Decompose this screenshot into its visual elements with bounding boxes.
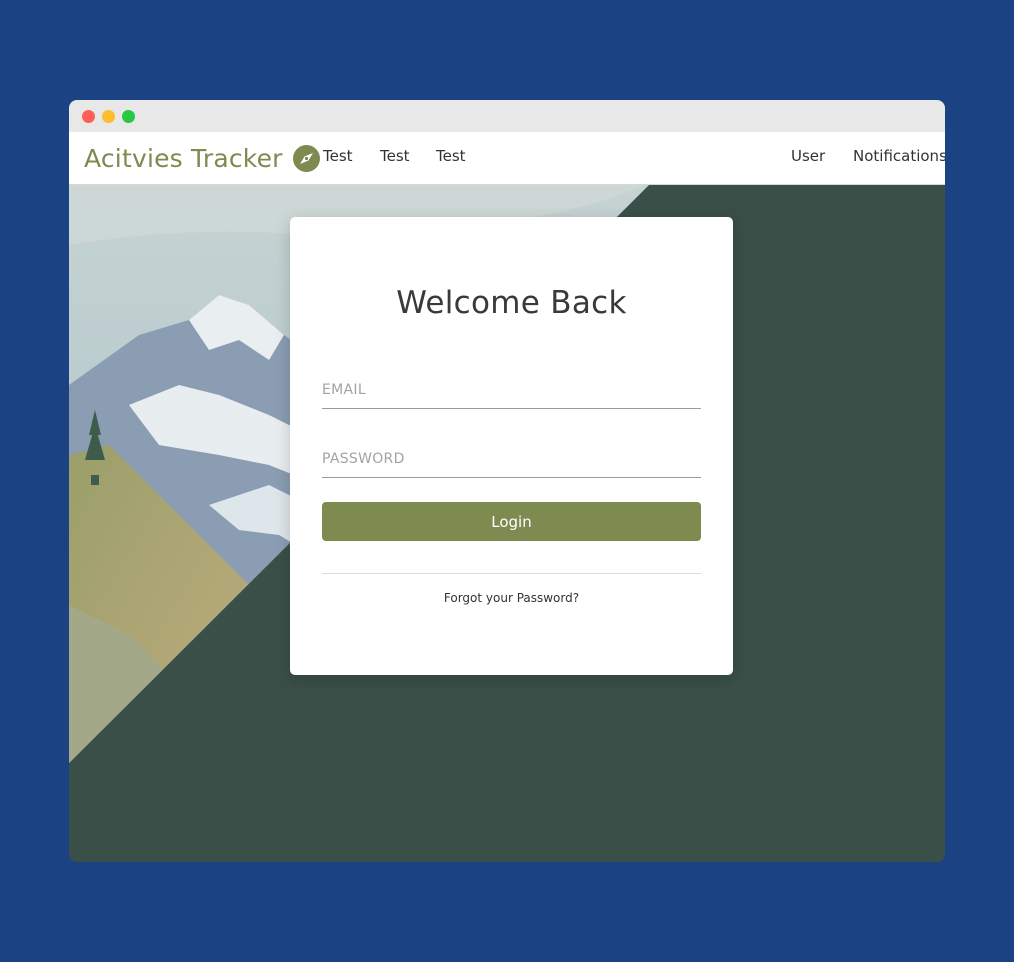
navbar: Acitvies Tracker Test Test Test User Not… bbox=[69, 132, 945, 185]
nav-link-test-3[interactable]: Test bbox=[436, 147, 466, 165]
nav-link-user[interactable]: User bbox=[791, 147, 825, 165]
password-input[interactable] bbox=[322, 441, 701, 478]
login-card: Welcome Back Login Forgot your Password? bbox=[290, 217, 733, 675]
browser-window: Acitvies Tracker Test Test Test User Not… bbox=[69, 100, 945, 862]
forgot-password-link[interactable]: Forgot your Password? bbox=[290, 591, 733, 605]
close-window-button[interactable] bbox=[82, 110, 95, 123]
main-content: Welcome Back Login Forgot your Password? bbox=[69, 185, 945, 862]
window-titlebar bbox=[69, 100, 945, 132]
nav-link-notifications[interactable]: Notifications bbox=[853, 147, 945, 165]
minimize-window-button[interactable] bbox=[102, 110, 115, 123]
email-input[interactable] bbox=[322, 372, 701, 409]
divider bbox=[322, 573, 701, 574]
compass-icon bbox=[292, 144, 320, 172]
nav-link-test-1[interactable]: Test bbox=[323, 147, 353, 165]
brand-title: Acitvies Tracker bbox=[84, 143, 283, 173]
nav-link-test-2[interactable]: Test bbox=[380, 147, 410, 165]
maximize-window-button[interactable] bbox=[122, 110, 135, 123]
brand[interactable]: Acitvies Tracker bbox=[84, 140, 320, 176]
login-title: Welcome Back bbox=[396, 285, 627, 321]
login-button[interactable]: Login bbox=[322, 502, 701, 541]
